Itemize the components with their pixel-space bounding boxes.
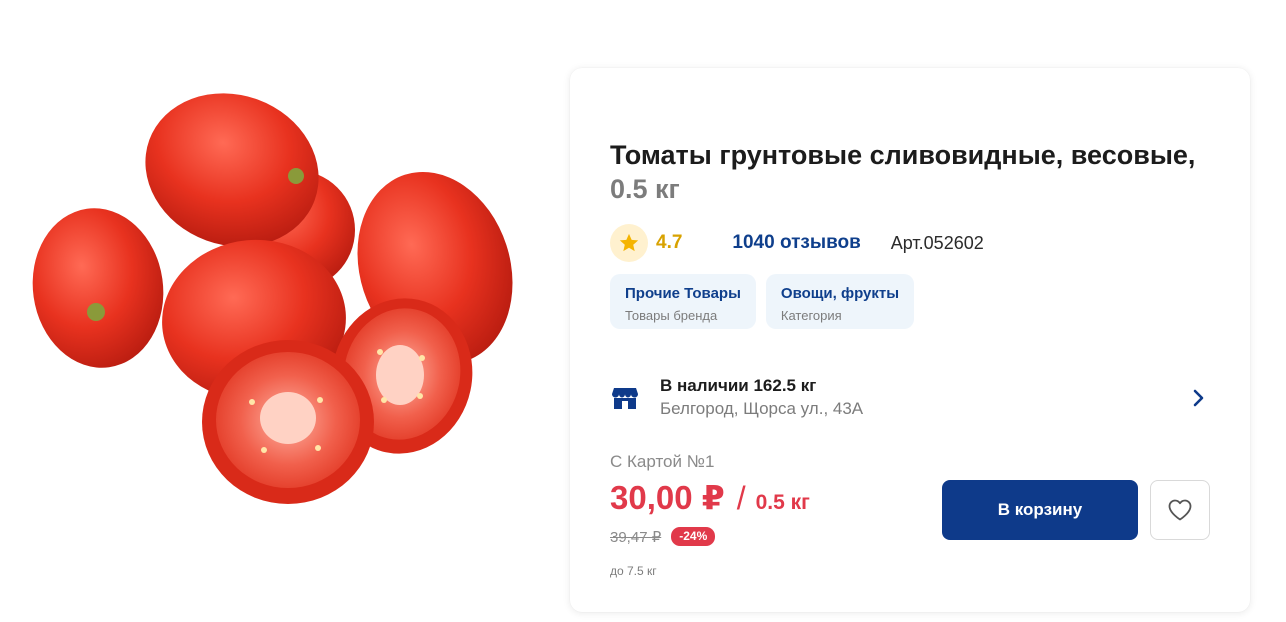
product-weight: 0.5 кг	[610, 174, 680, 204]
product-card: Томаты грунтовые сливовидные, весовые, 0…	[570, 68, 1250, 612]
price-separator: /	[736, 480, 746, 516]
discount-badge: -24%	[671, 527, 716, 546]
old-price-row: 39,47 ₽ -24%	[610, 527, 716, 546]
store-address: Белгород, Щорса ул., 43А	[660, 399, 864, 418]
store-icon	[610, 383, 640, 413]
star-icon	[619, 233, 639, 252]
stock-availability: В наличии 162.5 кг	[660, 376, 817, 395]
stock-text: В наличии 162.5 кг Белгород, Щорса ул., …	[660, 375, 1186, 421]
tomato-product-photo	[32, 93, 513, 504]
heart-icon	[1168, 499, 1192, 521]
stock-info-row[interactable]: В наличии 162.5 кг Белгород, Щорса ул., …	[610, 372, 1210, 424]
article-number: Арт.052602	[890, 232, 984, 253]
chip-brand[interactable]: Прочие Товары Товары бренда	[610, 274, 756, 329]
product-meta: 4.7 1040 отзывов Арт.052602	[610, 224, 984, 262]
loyalty-card-label: С Картой №1	[610, 452, 715, 471]
price-row: 30,00 ₽ / 0.5 кг	[610, 478, 810, 517]
current-price: 30,00 ₽	[610, 479, 725, 516]
chip-category[interactable]: Овощи, фрукты Категория	[765, 274, 915, 329]
product-title: Томаты грунтовые сливовидные, весовые, 0…	[610, 140, 1196, 204]
rating-badge	[610, 224, 648, 262]
reviews-link[interactable]: 1040 отзывов	[732, 232, 860, 254]
price-unit: 0.5 кг	[755, 491, 810, 514]
chip-subtitle: Категория	[780, 308, 842, 323]
chip-subtitle: Товары бренда	[625, 308, 718, 323]
purchase-limit: до 7.5 кг	[610, 564, 657, 578]
add-to-cart-button[interactable]: В корзину	[942, 480, 1138, 540]
chip-title: Прочие Товары	[625, 285, 741, 302]
product-image[interactable]	[20, 70, 520, 510]
chip-title: Овощи, фрукты	[780, 285, 900, 302]
old-price: 39,47 ₽	[610, 528, 662, 546]
chevron-right-icon[interactable]	[1186, 386, 1210, 410]
product-chips: Прочие Товары Товары бренда Овощи, фрукт…	[610, 274, 915, 329]
rating-value: 4.7	[656, 232, 683, 253]
favorite-button[interactable]	[1150, 480, 1210, 540]
